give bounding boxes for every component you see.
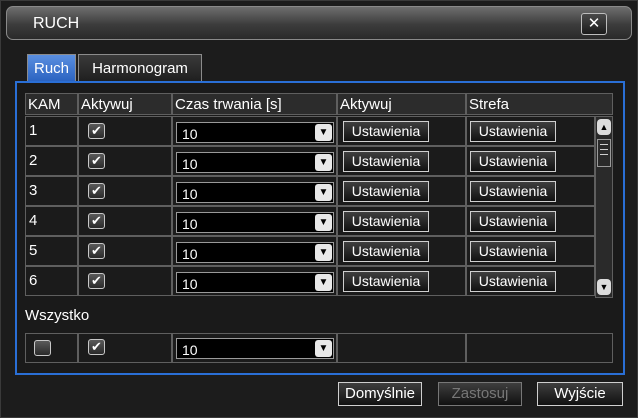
- duration-select[interactable]: 10 ▼: [176, 182, 334, 203]
- enable-checkbox[interactable]: ✔: [88, 123, 105, 139]
- duration-select[interactable]: 10 ▼: [176, 122, 334, 143]
- duration-select[interactable]: 10 ▼: [176, 152, 334, 173]
- duration-value: 10: [182, 156, 198, 172]
- table-scrollbar[interactable]: ▲ ▼: [595, 116, 613, 298]
- alarm-settings-button[interactable]: Ustawienia: [343, 271, 429, 292]
- scroll-thumb[interactable]: [597, 139, 611, 167]
- duration-select[interactable]: 10 ▼: [176, 272, 334, 293]
- dropdown-arrow-icon: ▼: [315, 244, 332, 261]
- alarm-settings-button[interactable]: Ustawienia: [343, 241, 429, 262]
- alarm-settings-button[interactable]: Ustawienia: [343, 151, 429, 172]
- zone-settings-button[interactable]: Ustawienia: [470, 121, 556, 142]
- dialog-title: RUCH: [33, 15, 80, 32]
- enable-checkbox[interactable]: ✔: [88, 213, 105, 229]
- table-row: 4 ✔ 10 ▼ Ustawienia Ustawienia: [25, 206, 595, 236]
- title-bar: RUCH: [6, 6, 632, 40]
- scroll-down-icon[interactable]: ▼: [597, 279, 611, 295]
- table-row: 3 ✔ 10 ▼ Ustawienia Ustawienia: [25, 176, 595, 206]
- duration-value: 10: [182, 126, 198, 142]
- motion-dialog: RUCH ✕ Ruch Harmonogram KAM Aktywuj Czas…: [0, 0, 638, 418]
- dropdown-arrow-icon: ▼: [315, 214, 332, 231]
- close-button[interactable]: ✕: [581, 13, 607, 35]
- enable-all-checkbox[interactable]: ✔: [88, 339, 105, 355]
- zone-settings-button[interactable]: Ustawienia: [470, 211, 556, 232]
- select-all-checkbox[interactable]: [34, 340, 51, 356]
- duration-all-select[interactable]: 10 ▼: [176, 338, 334, 359]
- table-row: 2 ✔ 10 ▼ Ustawienia Ustawienia: [25, 146, 595, 176]
- zone-settings-button[interactable]: Ustawienia: [470, 151, 556, 172]
- header-duration: Czas trwania [s]: [172, 93, 337, 115]
- header-enable: Aktywuj: [78, 93, 172, 115]
- header-zone: Strefa: [466, 93, 613, 115]
- tab-harmonogram[interactable]: Harmonogram: [78, 54, 202, 82]
- default-button[interactable]: Domyślnie: [338, 382, 422, 406]
- dropdown-arrow-icon: ▼: [315, 274, 332, 291]
- close-icon: ✕: [587, 15, 601, 32]
- header-kam: KAM: [25, 93, 78, 115]
- alarm-settings-button[interactable]: Ustawienia: [343, 181, 429, 202]
- apply-button[interactable]: Zastosuj: [438, 382, 522, 406]
- alarm-settings-button[interactable]: Ustawienia: [343, 211, 429, 232]
- camera-number: 5: [25, 236, 78, 266]
- dropdown-arrow-icon: ▼: [315, 154, 332, 171]
- enable-checkbox[interactable]: ✔: [88, 183, 105, 199]
- enable-checkbox[interactable]: ✔: [88, 243, 105, 259]
- table-row: 6 ✔ 10 ▼ Ustawienia Ustawienia: [25, 266, 595, 296]
- camera-number: 4: [25, 206, 78, 236]
- table-row: 5 ✔ 10 ▼ Ustawienia Ustawienia: [25, 236, 595, 266]
- dropdown-arrow-icon: ▼: [315, 184, 332, 201]
- duration-value: 10: [182, 246, 198, 262]
- duration-select[interactable]: 10 ▼: [176, 242, 334, 263]
- duration-select[interactable]: 10 ▼: [176, 212, 334, 233]
- all-cameras-label: Wszystko: [25, 307, 90, 324]
- alarm-settings-button[interactable]: Ustawienia: [343, 121, 429, 142]
- tab-ruch[interactable]: Ruch: [27, 54, 76, 82]
- camera-number: 1: [25, 116, 78, 146]
- enable-checkbox[interactable]: ✔: [88, 153, 105, 169]
- camera-number: 3: [25, 176, 78, 206]
- exit-button[interactable]: Wyjście: [537, 382, 623, 406]
- camera-number: 2: [25, 146, 78, 176]
- duration-value: 10: [182, 276, 198, 292]
- camera-number: 6: [25, 266, 78, 296]
- duration-value: 10: [182, 216, 198, 232]
- zone-settings-button[interactable]: Ustawienia: [470, 241, 556, 262]
- enable-checkbox[interactable]: ✔: [88, 273, 105, 289]
- scroll-up-icon[interactable]: ▲: [597, 119, 611, 135]
- duration-all-value: 10: [182, 342, 198, 358]
- zone-settings-button[interactable]: Ustawienia: [470, 181, 556, 202]
- duration-value: 10: [182, 186, 198, 202]
- header-alarm-enable: Aktywuj: [337, 93, 466, 115]
- zone-settings-button[interactable]: Ustawienia: [470, 271, 556, 292]
- all-cameras-row: ✔ 10 ▼: [25, 333, 613, 363]
- dropdown-arrow-icon: ▼: [315, 340, 332, 357]
- table-row: 1 ✔ 10 ▼ Ustawienia Ustawienia: [25, 116, 595, 146]
- dropdown-arrow-icon: ▼: [315, 124, 332, 141]
